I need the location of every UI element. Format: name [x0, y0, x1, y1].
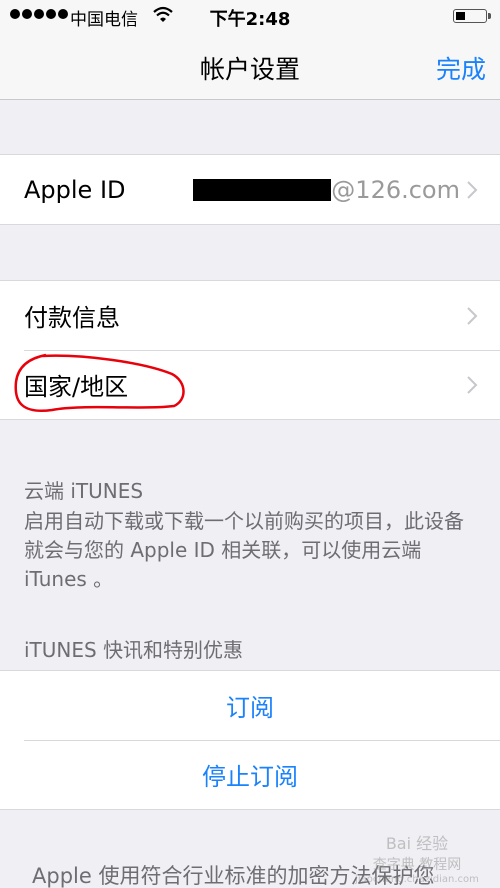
itunes-news-header: iTUNES 快讯和特别优惠: [24, 638, 244, 662]
page-title: 帐户设置: [199, 55, 300, 84]
subscribe-button[interactable]: 订阅: [0, 671, 500, 740]
country-region-label: 国家/地区: [24, 373, 129, 401]
chevron-right-icon: [467, 375, 478, 394]
itunes-cloud-header: 云端 iTUNES: [24, 479, 144, 503]
apple-id-group: Apple ID @126.com: [0, 154, 500, 225]
battery-icon: [453, 9, 491, 23]
payment-info-row[interactable]: 付款信息: [0, 281, 500, 350]
watermark-line-3: jiaocheng.chazidian.com: [355, 874, 479, 885]
watermark-line-1: Bai 经验: [385, 834, 449, 853]
battery-fill: [456, 12, 465, 20]
status-time: 下午2:48: [209, 9, 291, 30]
unsubscribe-button[interactable]: 停止订阅: [0, 740, 500, 809]
status-bar: 中国电信 下午2:48: [0, 0, 500, 34]
country-region-row[interactable]: 国家/地区: [0, 350, 500, 419]
redacted-email-block: [193, 178, 332, 201]
itunes-news-group: 订阅 停止订阅: [0, 670, 500, 810]
payment-region-group: 付款信息 国家/地区: [0, 280, 500, 420]
itunes-cloud-description: 启用自动下载或下载一个以前购买的项目，此设备就会与您的 Apple ID 相关联…: [24, 509, 464, 591]
chevron-right-icon: [467, 306, 478, 325]
watermark: Bai 经验 查字典 教程网 jiaocheng.chazidian.com: [342, 830, 492, 886]
done-button[interactable]: 完成: [436, 50, 486, 86]
payment-info-label: 付款信息: [24, 304, 120, 332]
watermark-line-2: 查字典 教程网: [372, 857, 462, 873]
apple-id-label: Apple ID: [24, 175, 126, 204]
apple-id-suffix: @126.com: [331, 175, 460, 204]
navigation-bar: 帐户设置 完成: [0, 34, 500, 100]
apple-id-value: @126.com: [193, 176, 460, 204]
chevron-right-icon: [467, 180, 478, 199]
apple-id-row[interactable]: Apple ID @126.com: [0, 155, 500, 224]
